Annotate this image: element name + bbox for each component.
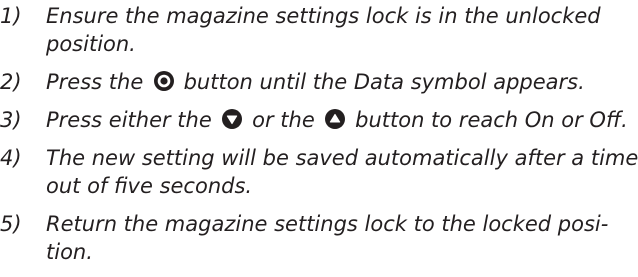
step-text: Press either the	[46, 108, 219, 132]
step-text: out of five seconds.	[46, 174, 253, 198]
step-text-line: Press the button until the Data symbol a…	[46, 68, 638, 96]
step-text-line: Press either the or the button to reach …	[46, 106, 638, 134]
step-text: The new setting will be saved automatica…	[46, 146, 638, 170]
step-number: 2)	[0, 70, 22, 94]
instruction-list: 1) Ensure the magazine settings lock is …	[0, 2, 638, 266]
step-5: 5) Return the magazine settings lock to …	[0, 210, 638, 266]
select-circle-icon	[153, 70, 175, 92]
step-number: 3)	[0, 108, 22, 132]
step-text: or the	[245, 108, 322, 132]
step-number: 1)	[0, 4, 22, 28]
step-4: 4) The new setting will be saved automat…	[0, 144, 638, 200]
down-arrow-icon	[221, 108, 243, 130]
up-arrow-icon	[324, 108, 346, 130]
step-number: 5)	[0, 212, 22, 236]
step-text: Ensure the magazine settings lock is in …	[46, 4, 601, 28]
step-text: button to reach On or Off.	[348, 108, 628, 132]
step-text: button until the Data symbol appears.	[176, 70, 585, 94]
step-number: 4)	[0, 146, 22, 170]
step-3: 3) Press either the or the button to rea…	[0, 106, 638, 134]
step-text: Return the magazine settings lock to the…	[46, 212, 609, 236]
step-text: tion.	[46, 240, 93, 264]
step-1: 1) Ensure the magazine settings lock is …	[0, 2, 638, 58]
step-2: 2) Press the button until the Data symbo…	[0, 68, 638, 96]
step-text: position.	[46, 32, 136, 56]
step-text: Press the	[46, 70, 150, 94]
